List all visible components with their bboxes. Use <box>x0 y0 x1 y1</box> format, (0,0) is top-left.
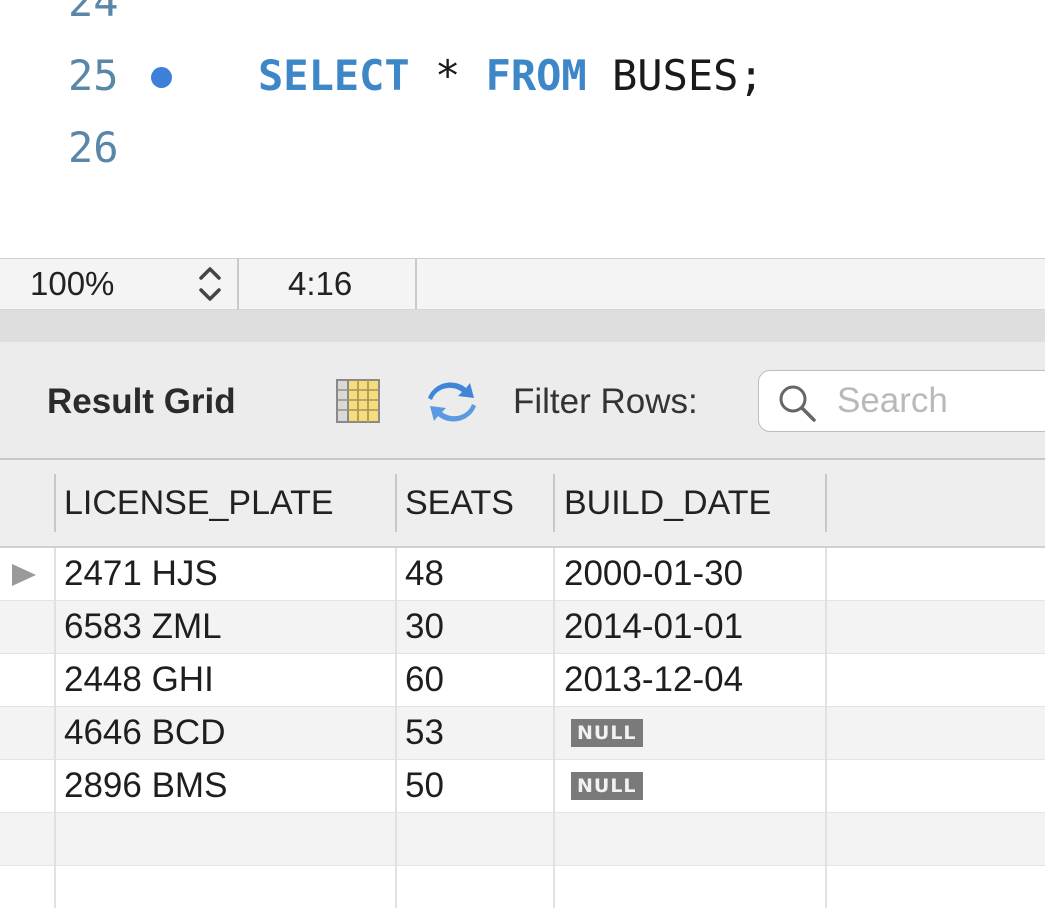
null-value-badge[interactable]: NULL <box>571 772 643 800</box>
cell-license-plate[interactable]: 2896 BMS <box>64 760 227 812</box>
header-divider[interactable] <box>395 474 397 532</box>
zoom-stepper-icon[interactable] <box>193 261 227 307</box>
cell-license-plate[interactable]: 2471 HJS <box>64 548 218 600</box>
sql-keyword-from: FROM <box>485 51 587 100</box>
table-row[interactable]: 2448 GHI 60 2013-12-04 <box>0 654 1045 707</box>
status-divider <box>237 259 239 309</box>
header-divider <box>54 474 56 532</box>
cell-license-plate[interactable]: 4646 BCD <box>64 707 225 759</box>
line-number: 24 <box>68 0 119 26</box>
refresh-icon[interactable] <box>422 380 482 424</box>
cell-seats[interactable]: 50 <box>405 760 444 812</box>
grid-header: LICENSE_PLATE SEATS BUILD_DATE <box>0 460 1045 548</box>
sql-operator: * <box>409 51 486 100</box>
search-icon <box>779 385 816 422</box>
table-row[interactable]: 2471 HJS 48 2000-01-30 <box>0 548 1045 601</box>
cell-license-plate[interactable]: 2448 GHI <box>64 654 214 706</box>
empty-row[interactable] <box>0 866 1045 908</box>
editor-line[interactable]: 26 <box>0 112 1045 184</box>
table-row[interactable]: 2896 BMS 50 NULL <box>0 760 1045 813</box>
grid-line <box>54 548 56 908</box>
cell-license-plate[interactable]: 6583 ZML <box>64 601 222 653</box>
cell-seats[interactable]: 60 <box>405 654 444 706</box>
column-header-license-plate[interactable]: LICENSE_PLATE <box>64 478 334 528</box>
filter-search-box[interactable] <box>758 370 1045 432</box>
sql-keyword-select: SELECT <box>258 51 410 100</box>
panel-splitter[interactable] <box>0 310 1045 342</box>
sql-table-name: BUSES; <box>586 51 764 100</box>
current-row-indicator-icon <box>12 564 36 586</box>
empty-row[interactable] <box>0 813 1045 866</box>
editor-line[interactable]: 25 SELECT * FROM BUSES; <box>0 40 1045 112</box>
filter-search-input[interactable] <box>837 379 1045 423</box>
line-number: 25 <box>68 51 119 100</box>
null-value-badge[interactable]: NULL <box>571 719 643 747</box>
status-divider <box>415 259 417 309</box>
grid-view-icon[interactable] <box>334 378 382 424</box>
statement-dot-icon <box>151 67 172 88</box>
result-grid-title: Result Grid <box>47 382 236 421</box>
table-row[interactable]: 4646 BCD 53 NULL <box>0 707 1045 760</box>
cursor-position: 4:16 <box>288 265 353 302</box>
filter-rows-label: Filter Rows: <box>513 382 698 421</box>
header-divider[interactable] <box>825 474 827 532</box>
grid-line <box>553 548 555 908</box>
table-row[interactable]: 6583 ZML 30 2014-01-01 <box>0 601 1045 654</box>
column-header-seats[interactable]: SEATS <box>405 478 514 528</box>
sql-statement[interactable]: SELECT * FROM BUSES; <box>258 40 764 112</box>
grid-line <box>395 548 397 908</box>
editor-line[interactable]: 24 <box>0 0 1045 38</box>
cell-build-date[interactable]: 2000-01-30 <box>564 548 743 600</box>
column-header-build-date[interactable]: BUILD_DATE <box>564 478 771 528</box>
zoom-level[interactable]: 100% <box>30 264 114 304</box>
cell-seats[interactable]: 48 <box>405 548 444 600</box>
result-grid[interactable]: LICENSE_PLATE SEATS BUILD_DATE 2471 HJS … <box>0 460 1045 908</box>
cell-build-date[interactable]: 2014-01-01 <box>564 601 743 653</box>
grid-line <box>825 548 827 908</box>
cell-seats[interactable]: 30 <box>405 601 444 653</box>
header-divider[interactable] <box>553 474 555 532</box>
sql-editor[interactable]: 24 25 SELECT * FROM BUSES; 26 <box>0 0 1045 258</box>
line-number: 26 <box>68 123 119 172</box>
editor-status-bar: 100% 4:16 <box>0 258 1045 310</box>
cell-build-date[interactable]: 2013-12-04 <box>564 654 743 706</box>
result-toolbar: Result Grid Filter Rows: <box>0 342 1045 460</box>
cell-seats[interactable]: 53 <box>405 707 444 759</box>
